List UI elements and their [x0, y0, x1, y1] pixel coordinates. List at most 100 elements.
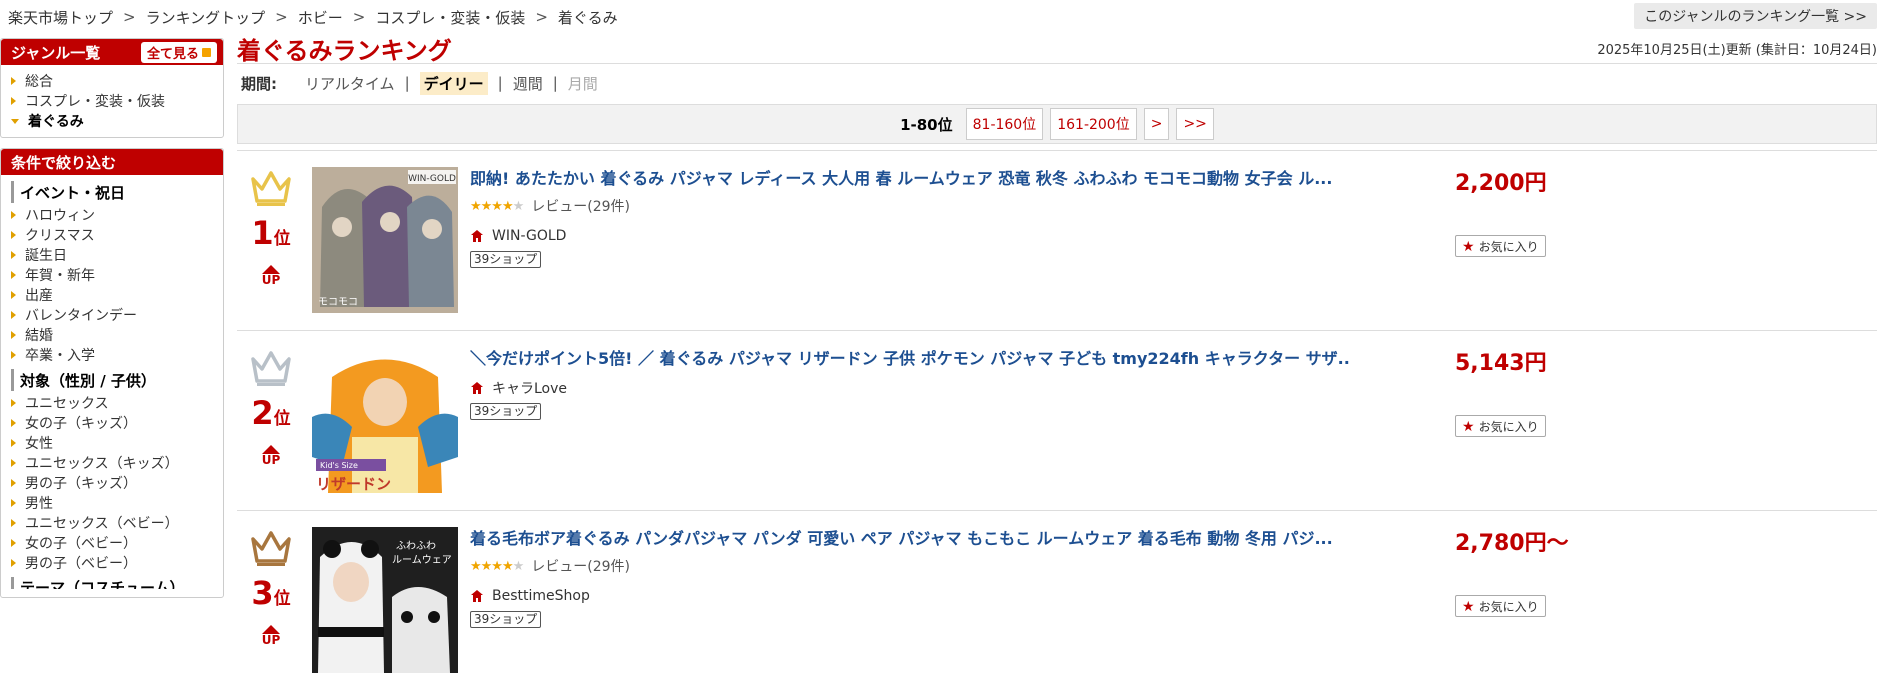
triangle-right-icon — [11, 559, 16, 567]
filter-item-event[interactable]: 誕生日 — [11, 245, 215, 265]
product-thumbnail[interactable]: Kid's Size リザードン — [312, 347, 458, 493]
filter-item-label: バレンタインデー — [25, 308, 137, 324]
filter-item-target[interactable]: 男性 — [11, 493, 215, 513]
shop-name-link[interactable]: WIN-GOLD — [492, 228, 566, 244]
shop-39-badge: 39ショップ — [470, 611, 542, 628]
filter-item-event[interactable]: 卒業・入学 — [11, 345, 215, 365]
rank-up-badge: UP — [262, 265, 280, 287]
product-price: 2,200円 — [1455, 171, 1547, 196]
see-all-button[interactable]: 全て見る — [140, 41, 217, 63]
pagination-161-200[interactable]: 161-200位 — [1050, 108, 1137, 140]
breadcrumb-separator: > — [535, 8, 548, 26]
pagination-81-160[interactable]: 81-160位 — [965, 108, 1044, 140]
filter-item-event[interactable]: バレンタインデー — [11, 305, 215, 325]
triangle-right-icon — [11, 251, 16, 259]
rank-value: 3 — [251, 574, 274, 612]
review-link[interactable]: レビュー(29件) — [531, 196, 630, 216]
breadcrumb-item-hobby[interactable]: ホビー — [298, 7, 343, 28]
thumb-caption: ルームウェア — [392, 554, 452, 566]
rank-number: 3位 — [251, 575, 290, 617]
rank-value: 2 — [251, 394, 274, 432]
filter-item-event[interactable]: 結婚 — [11, 325, 215, 345]
pagination-current: 1-80位 — [900, 115, 953, 134]
filter-item-event[interactable]: 年賀・新年 — [11, 265, 215, 285]
triangle-right-icon — [11, 479, 16, 487]
genre-item-cosplay[interactable]: コスプレ・変装・仮装 — [11, 91, 215, 111]
triangle-right-icon — [11, 97, 16, 105]
gold-crown-icon — [251, 171, 291, 206]
genre-box: ジャンル一覧 全て見る 総合 コスプレ・変装・仮装 着ぐるみ — [0, 38, 224, 138]
genre-ranking-list-link[interactable]: このジャンルのランキング一覧 >> — [1634, 3, 1877, 29]
product-thumbnail[interactable]: ふわふわ ルームウェア — [312, 527, 458, 673]
breadcrumb-item-ranking-top[interactable]: ランキングトップ — [146, 7, 266, 28]
filter-item-label: 女性 — [25, 436, 53, 452]
triangle-right-icon — [11, 331, 16, 339]
filter-item-label: 結婚 — [25, 328, 53, 344]
pagination-last[interactable]: >> — [1176, 108, 1214, 140]
period-weekly[interactable]: 週間 — [513, 73, 543, 94]
shop-name-link[interactable]: キャラLove — [492, 378, 567, 398]
product-price: 5,143円 — [1455, 351, 1547, 376]
silver-crown-icon — [251, 351, 291, 386]
genre-item-overall[interactable]: 総合 — [11, 71, 215, 91]
shop-house-icon — [471, 590, 483, 602]
filter-item-target[interactable]: 女性 — [11, 433, 215, 453]
triangle-right-icon — [11, 311, 16, 319]
filter-item-event[interactable]: 出産 — [11, 285, 215, 305]
filter-item-target[interactable]: 女の子（ベビー） — [11, 533, 215, 553]
filter-item-target[interactable]: ユニセックス（キッズ） — [11, 453, 215, 473]
filter-item-target[interactable]: 男の子（キッズ） — [11, 473, 215, 493]
filter-item-label: クリスマス — [25, 228, 95, 244]
rank-column: 2位 UP — [245, 347, 297, 467]
breadcrumb-item-kigurumi[interactable]: 着ぐるみ — [558, 7, 618, 28]
shop-house-icon — [471, 382, 483, 394]
pagination: 1-80位 81-160位 161-200位 > >> — [237, 104, 1877, 144]
breadcrumb-item-rakuten-top[interactable]: 楽天市場トップ — [8, 7, 113, 28]
filter-item-event[interactable]: クリスマス — [11, 225, 215, 245]
period-separator: | — [404, 74, 410, 92]
rank-suffix: 位 — [273, 409, 291, 429]
filter-item-label: 男性 — [25, 496, 53, 512]
filter-item-label: ユニセックス（ベビー） — [25, 516, 179, 532]
filter-item-target[interactable]: ユニセックス（ベビー） — [11, 513, 215, 533]
filter-item-event[interactable]: ハロウィン — [11, 205, 215, 225]
product-image: WIN-GOLD モコモコ — [312, 167, 458, 313]
shop-39-badge: 39ショップ — [470, 403, 542, 420]
product-title-link[interactable]: ＼今だけポイント5倍! ／ 着ぐるみ パジャマ リザードン 子供 ポケモン パジ… — [470, 345, 1350, 369]
triangle-right-icon — [11, 211, 16, 219]
filter-item-target[interactable]: 男の子（ベビー） — [11, 553, 215, 573]
favorite-label: お気に入り — [1478, 239, 1539, 254]
filter-item-label: 男の子（ベビー） — [25, 556, 137, 572]
genre-header-title: ジャンル一覧 — [11, 43, 101, 62]
triangle-right-icon — [11, 439, 16, 447]
review-link[interactable]: レビュー(29件) — [531, 556, 630, 576]
rank-up-badge: UP — [262, 445, 280, 467]
period-label: 期間: — [241, 74, 277, 93]
pagination-next[interactable]: > — [1143, 108, 1170, 140]
product-thumbnail[interactable]: WIN-GOLD モコモコ — [312, 167, 458, 313]
product-price: 2,780円～ — [1455, 531, 1569, 556]
rank-value: 1 — [251, 214, 274, 252]
updated-date: 2025年10月25日(土)更新 (集計日：10月24日) — [1597, 43, 1877, 58]
rank-trend: UP — [261, 633, 281, 647]
shop-name-link[interactable]: BesttimeShop — [492, 588, 590, 604]
triangle-right-icon — [11, 519, 16, 527]
filter-group-event: イベント・祝日 — [11, 181, 215, 203]
product-title-link[interactable]: 即納! あたたかい 着ぐるみ パジャマ レディース 大人用 春 ルームウェア 恐… — [470, 165, 1350, 189]
period-realtime[interactable]: リアルタイム — [305, 73, 395, 94]
arrow-square-icon — [202, 47, 211, 57]
product-title-link[interactable]: 着る毛布ボア着ぐるみ パンダパジャマ パンダ 可愛い ペア パジャマ もこもこ … — [470, 525, 1350, 549]
favorite-button[interactable]: ★ お気に入り — [1455, 415, 1546, 437]
favorite-button[interactable]: ★ お気に入り — [1455, 235, 1546, 257]
breadcrumb-item-cosplay[interactable]: コスプレ・変装・仮装 — [375, 7, 525, 28]
genre-item-kigurumi: 着ぐるみ — [11, 111, 215, 131]
star-icon: ★ — [1462, 237, 1475, 254]
breadcrumb: 楽天市場トップ > ランキングトップ > ホビー > コスプレ・変装・仮装 > … — [8, 6, 618, 28]
ranking-item: 2位 UP Kid's Size リザードン ＼今だけポイント5倍! ／ 着ぐる… — [237, 330, 1877, 510]
favorite-button[interactable]: ★ お気に入り — [1455, 595, 1546, 617]
filter-item-target[interactable]: ユニセックス — [11, 393, 215, 413]
filter-item-label: ハロウィン — [25, 208, 95, 224]
triangle-right-icon — [11, 77, 16, 85]
filter-item-target[interactable]: 女の子（キッズ） — [11, 413, 215, 433]
triangle-right-icon — [11, 271, 16, 279]
